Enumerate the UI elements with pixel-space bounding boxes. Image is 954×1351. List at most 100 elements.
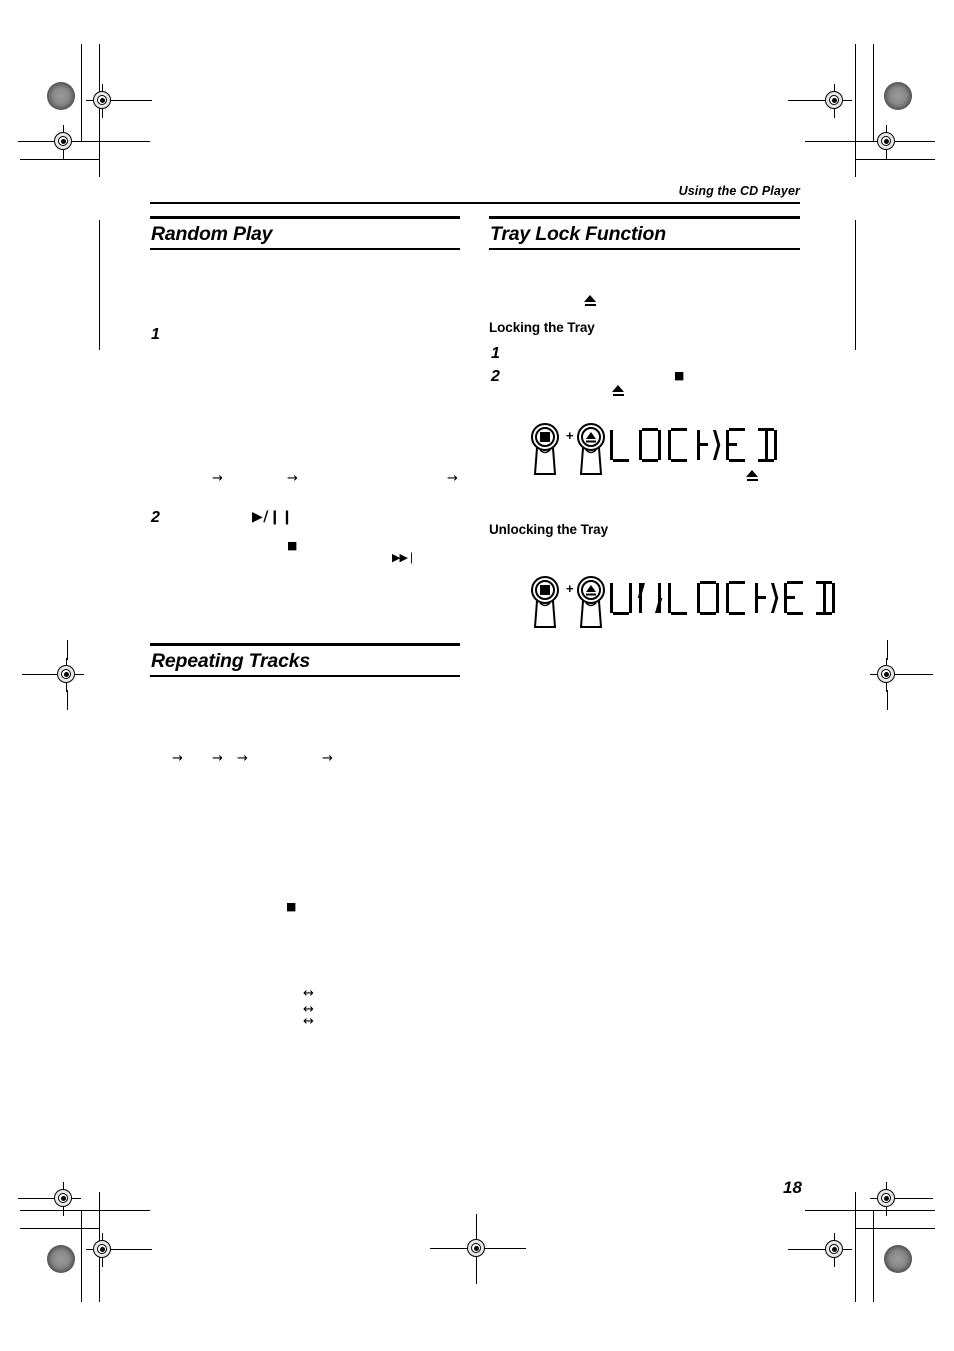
section-title: Tray Lock Function — [490, 223, 666, 245]
section-title: Random Play — [151, 223, 273, 245]
crop-line — [873, 1210, 874, 1302]
manual-page: Using the CD Player Random Play 1 → → → … — [0, 0, 954, 1351]
registration-arm — [22, 674, 52, 675]
lcd-char — [697, 581, 719, 615]
lcd-char — [755, 428, 777, 462]
section-rule-bottom — [489, 248, 800, 250]
registration-mark — [86, 84, 120, 118]
registration-arm — [903, 141, 933, 142]
step-number: 1 — [151, 326, 160, 343]
subhead-locking-tray: Locking the Tray — [489, 320, 595, 335]
subhead-unlocking-tray: Unlocking the Tray — [489, 522, 608, 537]
section-rule-top — [150, 643, 460, 646]
registration-arm — [18, 141, 48, 142]
lcd-char — [813, 581, 835, 615]
eject-icon — [584, 295, 597, 308]
section-rule-top — [150, 216, 460, 219]
registration-mark — [47, 1182, 81, 1216]
stop-icon: ■ — [674, 369, 685, 382]
lcd-char — [610, 428, 632, 462]
registration-arm — [67, 640, 68, 660]
crop-line — [20, 1210, 150, 1211]
section-random-play: Random Play — [150, 216, 460, 250]
registration-arm — [887, 640, 888, 660]
registration-mark — [870, 1182, 904, 1216]
registration-arm — [18, 1198, 48, 1199]
registration-arm — [903, 1198, 933, 1199]
lcd-display-locked — [610, 428, 784, 462]
registration-mark — [870, 658, 904, 692]
registration-arm — [476, 1214, 477, 1234]
lcd-char — [784, 581, 806, 615]
eject-button-press-illustration — [573, 422, 609, 476]
step-number: 2 — [151, 509, 160, 526]
crop-line — [855, 1228, 856, 1302]
page-number: 18 — [783, 1178, 802, 1197]
arrow-right-icon: → — [172, 751, 183, 766]
arrow-right-icon: → — [237, 751, 248, 766]
lcd-char — [610, 581, 632, 615]
stop-icon: ■ — [287, 539, 298, 552]
section-tray-lock-function: Tray Lock Function — [489, 216, 800, 250]
registration-arm — [494, 1248, 526, 1249]
registration-mark — [460, 1232, 494, 1266]
registration-mark — [47, 125, 81, 159]
step-number: 2 — [491, 368, 500, 385]
lcd-char — [639, 428, 661, 462]
halftone-dot — [884, 82, 912, 110]
header-rule — [150, 202, 800, 204]
halftone-dot — [884, 1245, 912, 1273]
stop-button-press-illustration — [527, 575, 563, 629]
registration-arm — [788, 100, 820, 101]
arrow-right-icon: → — [287, 471, 298, 486]
eject-button-press-illustration — [573, 575, 609, 629]
section-rule-bottom — [150, 248, 460, 250]
crop-line — [855, 159, 856, 177]
crop-line — [20, 1228, 100, 1229]
crop-line — [99, 159, 100, 177]
crop-line — [855, 159, 935, 160]
eject-icon — [612, 385, 625, 398]
skip-forward-icon: ▶▶❘ — [392, 551, 416, 564]
registration-arm — [903, 674, 933, 675]
double-arrow-icon: ↔ — [303, 1014, 314, 1029]
registration-arm — [67, 690, 68, 710]
lcd-char — [697, 428, 721, 462]
halftone-dot — [47, 82, 75, 110]
arrow-right-icon: → — [212, 751, 223, 766]
crop-line — [81, 1210, 82, 1302]
lcd-char — [668, 428, 690, 462]
crop-line — [855, 1228, 935, 1229]
registration-arm — [476, 1264, 477, 1284]
step-number: 1 — [491, 345, 500, 362]
crop-line — [20, 159, 100, 160]
registration-arm — [120, 1249, 152, 1250]
section-rule-top — [489, 216, 800, 219]
crop-line — [855, 220, 856, 350]
section-repeating-tracks: Repeating Tracks — [150, 643, 460, 677]
arrow-right-icon: → — [447, 471, 458, 486]
lcd-char — [726, 581, 748, 615]
eject-icon — [746, 470, 759, 483]
double-arrow-icon: ↔ — [303, 986, 314, 1001]
lcd-char — [637, 581, 663, 615]
arrow-right-icon: → — [322, 751, 333, 766]
play-pause-icon: ▶/❙❙ — [252, 509, 294, 525]
registration-arm — [430, 1248, 462, 1249]
registration-mark — [870, 125, 904, 159]
registration-mark — [86, 1233, 120, 1267]
registration-arm — [120, 100, 152, 101]
crop-line — [99, 220, 100, 350]
arrow-right-icon: → — [212, 471, 223, 486]
crop-line — [855, 44, 856, 160]
registration-arm — [887, 690, 888, 710]
section-rule-bottom — [150, 675, 460, 677]
registration-mark — [818, 84, 852, 118]
registration-mark — [818, 1233, 852, 1267]
running-head: Using the CD Player — [678, 184, 800, 198]
lcd-display-unlocked — [610, 581, 842, 615]
lcd-char — [755, 581, 779, 615]
lcd-char — [668, 581, 690, 615]
registration-mark — [50, 658, 84, 692]
registration-arm — [788, 1249, 820, 1250]
